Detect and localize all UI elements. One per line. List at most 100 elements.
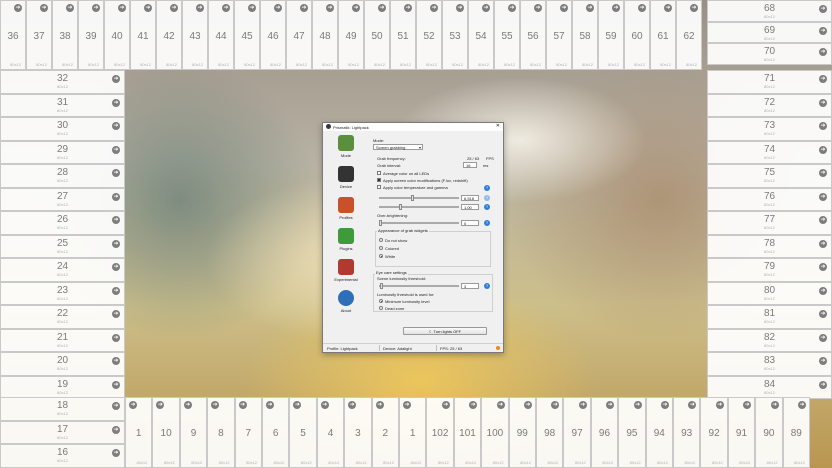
arrow-icon[interactable]: ➜ [112, 310, 120, 318]
led-zone[interactable]: 43 80x12 ➜ [182, 0, 208, 70]
led-zone[interactable]: 89 80x12 ➜ [782, 397, 810, 468]
arrow-icon[interactable]: ➜ [40, 4, 48, 12]
led-zone[interactable]: 73 80x12 ➜ [707, 117, 832, 141]
arrow-icon[interactable]: ➜ [523, 401, 532, 409]
arrow-icon[interactable]: ➜ [183, 401, 192, 409]
led-zone[interactable]: 60 80x12 ➜ [624, 0, 650, 70]
arrow-icon[interactable]: ➜ [14, 4, 22, 12]
led-zone[interactable]: 90 80x12 ➜ [755, 397, 783, 468]
gamma-slider[interactable] [379, 206, 459, 208]
arrow-icon[interactable]: ➜ [403, 401, 411, 409]
led-zone[interactable]: 50 80x12 ➜ [364, 0, 390, 70]
led-zone[interactable]: 16 80x12 ➜ [0, 444, 125, 468]
led-zone[interactable]: 94 80x12 ➜ [645, 397, 673, 468]
led-zone[interactable]: 93 80x12 ➜ [673, 397, 701, 468]
arrow-icon[interactable]: ➜ [606, 401, 615, 409]
arrow-icon[interactable]: ➜ [819, 26, 827, 35]
arrow-icon[interactable]: ➜ [404, 4, 412, 12]
led-zone[interactable]: 55 80x12 ➜ [494, 0, 520, 70]
scene-luminosity-slider-handle[interactable] [380, 283, 383, 289]
arrow-icon[interactable]: ➜ [66, 4, 74, 12]
led-zone[interactable]: 28 80x12 ➜ [0, 164, 125, 188]
led-zone[interactable]: 62 80x12 ➜ [676, 0, 702, 70]
apply-screen-mods-checkbox[interactable] [377, 178, 381, 182]
arrow-icon[interactable]: ➜ [482, 4, 490, 12]
arrow-icon[interactable]: ➜ [238, 401, 247, 409]
arrow-icon[interactable]: ➜ [320, 401, 329, 409]
arrow-icon[interactable]: ➜ [715, 401, 724, 409]
arrow-icon[interactable]: ➜ [551, 401, 560, 409]
led-zone[interactable]: 61 80x12 ➜ [650, 0, 676, 70]
radio-dead-zone[interactable] [379, 306, 383, 310]
led-zone[interactable]: 95 80x12 ➜ [618, 397, 646, 468]
over-brightening-slider[interactable] [379, 222, 459, 224]
arrow-icon[interactable]: ➜ [819, 192, 827, 201]
arrow-icon[interactable]: ➜ [170, 4, 178, 12]
led-zone[interactable]: 32 80x12 ➜ [0, 70, 125, 94]
arrow-icon[interactable]: ➜ [300, 4, 308, 12]
arrow-icon[interactable]: ➜ [819, 380, 827, 389]
led-zone[interactable]: 99 80x12 ➜ [508, 397, 536, 468]
led-zone[interactable]: 76 80x12 ➜ [707, 187, 832, 211]
gamma-slider-handle[interactable] [399, 204, 402, 210]
average-color-checkbox[interactable] [377, 171, 381, 175]
led-zone[interactable]: 71 80x12 ➜ [707, 70, 832, 94]
gamma-input[interactable]: 1.00 [461, 204, 479, 210]
led-zone[interactable]: 18 80x12 ➜ [0, 397, 125, 421]
led-zone[interactable]: 2 80x12 ➜ [371, 397, 399, 468]
led-zone[interactable]: 8 80x12 ➜ [207, 397, 235, 468]
arrow-icon[interactable]: ➜ [469, 401, 478, 409]
arrow-icon[interactable]: ➜ [144, 4, 152, 12]
arrow-icon[interactable]: ➜ [378, 4, 386, 12]
led-zone[interactable]: 68 80x12 ➜ [707, 0, 832, 22]
mode-select[interactable]: Screen grabbing ▾ [373, 144, 423, 150]
led-zone[interactable]: 56 80x12 ➜ [520, 0, 546, 70]
led-zone[interactable]: 24 80x12 ➜ [0, 258, 125, 282]
arrow-icon[interactable]: ➜ [578, 401, 587, 409]
temperature-input[interactable]: 6,518 [461, 195, 479, 201]
led-zone[interactable]: 1 80x12 ➜ [125, 397, 153, 468]
over-brightening-input[interactable]: 0 [461, 220, 479, 226]
temperature-slider[interactable] [379, 197, 459, 199]
led-zone[interactable]: 17 80x12 ➜ [0, 420, 125, 445]
arrow-icon[interactable]: ➜ [129, 401, 137, 409]
led-zone[interactable]: 92 80x12 ➜ [700, 397, 728, 468]
arrow-icon[interactable]: ➜ [770, 401, 779, 409]
led-zone[interactable]: 97 80x12 ➜ [563, 397, 591, 468]
led-zone[interactable]: 37 80x12 ➜ [26, 0, 52, 70]
led-zone[interactable]: 10 80x12 ➜ [152, 397, 180, 468]
led-zone[interactable]: 47 80x12 ➜ [286, 0, 312, 70]
led-zone[interactable]: 100 80x12 ➜ [481, 397, 509, 468]
led-zone[interactable]: 6 80x12 ➜ [262, 397, 290, 468]
led-zone[interactable]: 36 80x12 ➜ [0, 0, 26, 70]
led-zone[interactable]: 26 80x12 ➜ [0, 211, 125, 235]
led-zone[interactable]: 29 80x12 ➜ [0, 140, 125, 164]
arrow-icon[interactable]: ➜ [375, 401, 384, 409]
led-zone[interactable]: 83 80x12 ➜ [707, 352, 832, 376]
led-zone[interactable]: 3 80x12 ➜ [344, 397, 372, 468]
led-zone[interactable]: 30 80x12 ➜ [0, 117, 125, 141]
led-zone[interactable]: 78 80x12 ➜ [707, 234, 832, 258]
led-zone[interactable]: 42 80x12 ➜ [156, 0, 182, 70]
arrow-icon[interactable]: ➜ [743, 401, 752, 409]
led-zone[interactable]: 4 80x12 ➜ [316, 397, 345, 468]
led-zone[interactable]: 53 80x12 ➜ [442, 0, 468, 70]
led-zone[interactable]: 5 80x12 ➜ [289, 397, 317, 468]
led-zone[interactable]: 80 80x12 ➜ [707, 281, 832, 305]
arrow-icon[interactable]: ➜ [92, 4, 100, 12]
led-zone[interactable]: 23 80x12 ➜ [0, 281, 125, 305]
arrow-icon[interactable]: ➜ [819, 357, 827, 365]
led-zone[interactable]: 31 80x12 ➜ [0, 93, 125, 117]
arrow-icon[interactable]: ➜ [560, 4, 568, 12]
led-zone[interactable]: 22 80x12 ➜ [0, 305, 125, 329]
nav-item-plugins[interactable]: Plugins [327, 228, 365, 258]
led-zone[interactable]: 69 80x12 ➜ [707, 21, 832, 43]
arrow-icon[interactable]: ➜ [534, 4, 542, 12]
led-zone[interactable]: 46 80x12 ➜ [260, 0, 286, 70]
arrow-icon[interactable]: ➜ [326, 4, 334, 12]
led-zone[interactable]: 27 80x12 ➜ [0, 187, 125, 211]
close-icon[interactable]: ✕ [496, 123, 500, 129]
led-zone[interactable]: 9 80x12 ➜ [179, 397, 208, 468]
led-zone[interactable]: 41 80x12 ➜ [130, 0, 156, 70]
led-zone[interactable]: 77 80x12 ➜ [707, 211, 832, 235]
